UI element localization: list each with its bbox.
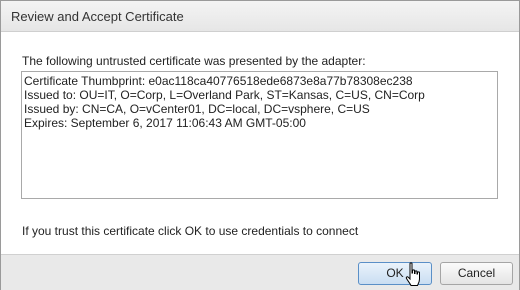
certificate-details-box[interactable]: Certificate Thumbprint: e0ac118ca4077651… — [21, 71, 498, 199]
dialog-title: Review and Accept Certificate — [11, 9, 184, 24]
certificate-issued-to: Issued to: OU=IT, O=Corp, L=Overland Par… — [24, 88, 425, 102]
trust-instruction-text: If you trust this certificate click OK t… — [22, 224, 359, 238]
review-certificate-dialog: Review and Accept Certificate The follow… — [0, 0, 520, 290]
cancel-button[interactable]: Cancel — [440, 262, 513, 285]
dialog-footer: OK Cancel — [1, 254, 519, 290]
intro-text: The following untrusted certificate was … — [22, 54, 366, 68]
certificate-issued-by: Issued by: CN=CA, O=vCenter01, DC=local,… — [24, 102, 370, 116]
hand-pointer-icon — [405, 262, 420, 286]
dialog-titlebar[interactable]: Review and Accept Certificate — [1, 1, 519, 32]
certificate-thumbprint: Certificate Thumbprint: e0ac118ca4077651… — [24, 74, 413, 88]
certificate-expires: Expires: September 6, 2017 11:06:43 AM G… — [24, 116, 306, 130]
